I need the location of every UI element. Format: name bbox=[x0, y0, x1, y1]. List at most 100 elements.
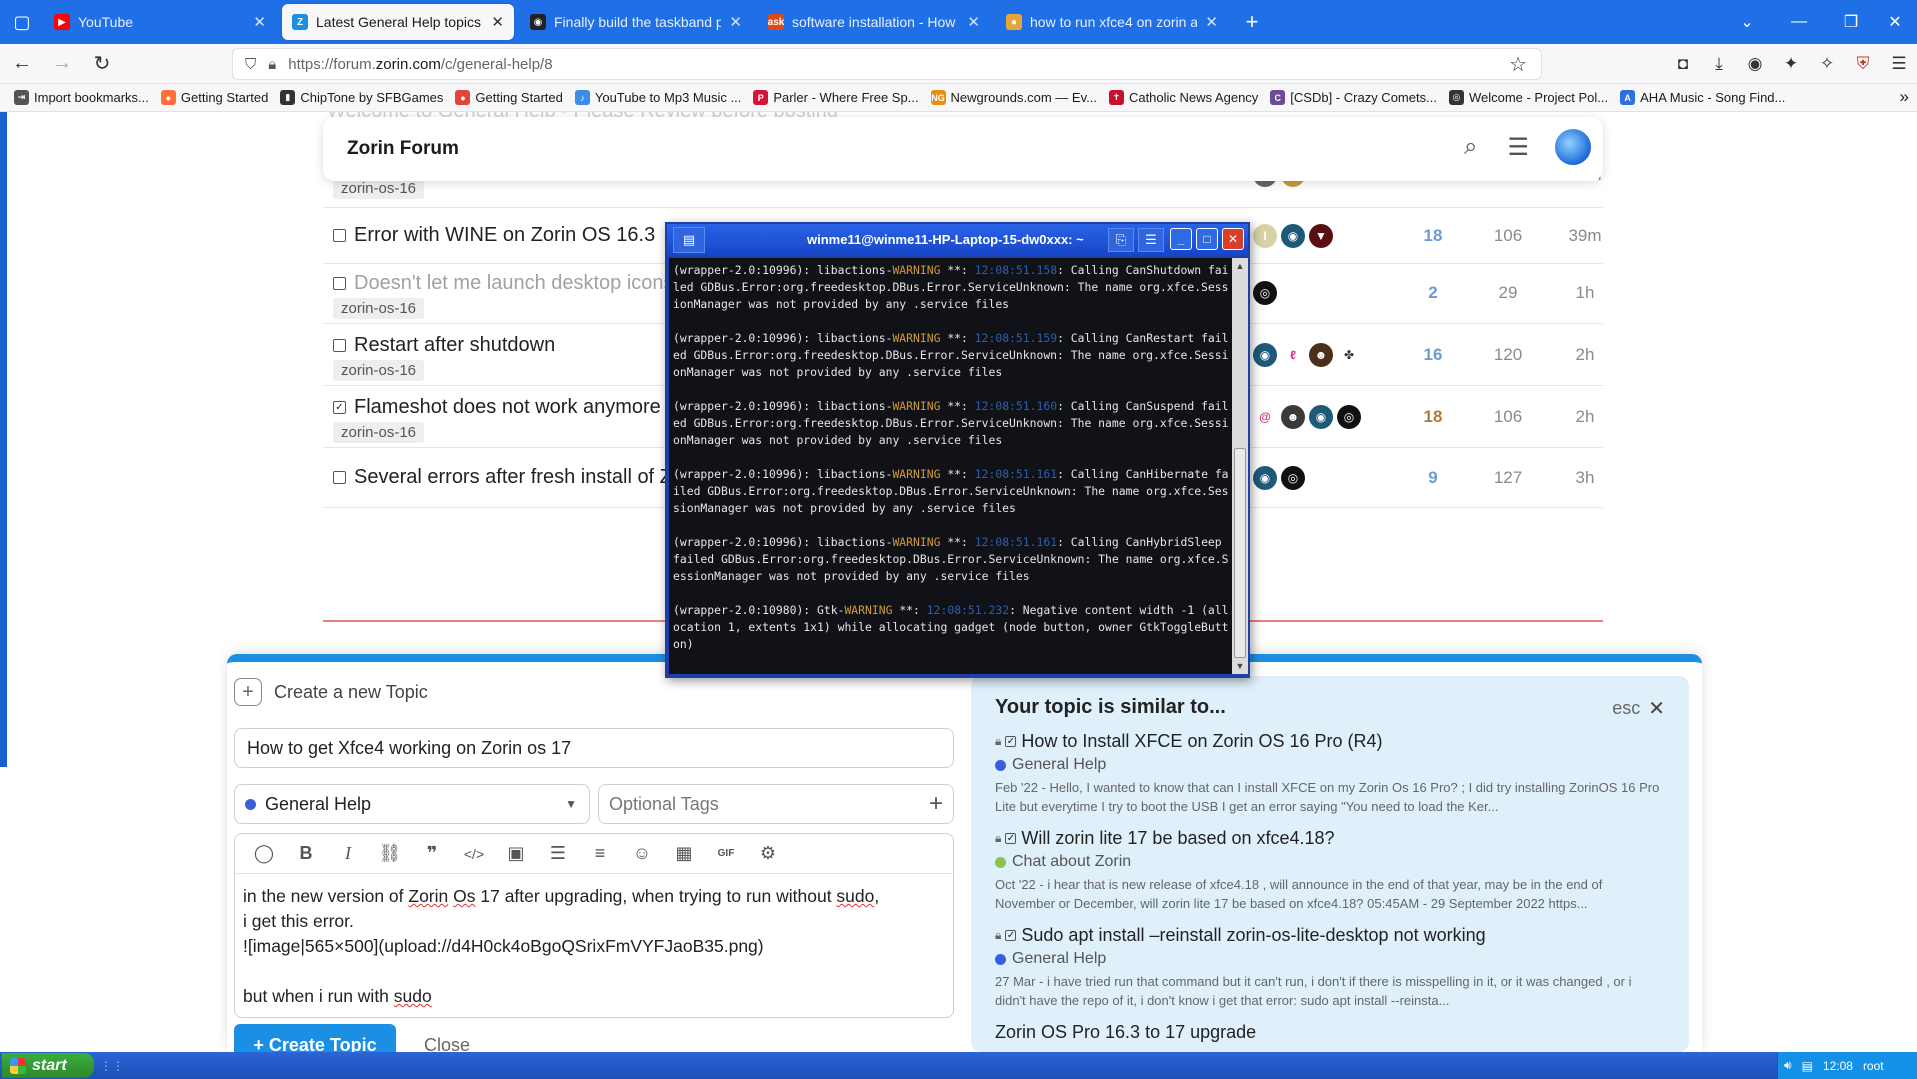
browser-tab[interactable]: ask software installation - How ✕ bbox=[758, 4, 990, 40]
terminal-output[interactable]: (wrapper-2.0:10996): libactions-WARNING … bbox=[669, 258, 1234, 674]
new-tab-button[interactable]: + bbox=[1234, 4, 1270, 40]
similar-topic[interactable]: 🔒︎ ✓ Will zorin lite 17 be based on xfce4.… bbox=[995, 828, 1665, 913]
volume-icon[interactable]: 🔊︎ bbox=[1784, 1058, 1792, 1073]
close-tab-icon[interactable]: ✕ bbox=[1205, 13, 1218, 31]
poster-avatar[interactable]: ◎ bbox=[1253, 281, 1277, 305]
terminal-close-button[interactable]: ✕ bbox=[1222, 228, 1244, 250]
search-icon[interactable]: ⌕ bbox=[1464, 133, 1477, 161]
activity-time[interactable]: 39m bbox=[1555, 226, 1615, 246]
similar-topic-title[interactable]: 🔒︎ ✓ Will zorin lite 17 be based on xfce4.… bbox=[995, 828, 1665, 849]
terminal-menu-icon[interactable]: ☰ bbox=[1138, 228, 1164, 252]
start-button[interactable]: start bbox=[2, 1053, 94, 1078]
bookmark-item[interactable]: ♪ YouTube to Mp3 Music ... bbox=[574, 90, 741, 105]
browser-tab[interactable]: ▶ YouTube ✕ bbox=[44, 4, 276, 40]
topic-tag[interactable]: zorin-os-16 bbox=[333, 178, 425, 199]
account-icon[interactable]: ◉ bbox=[1737, 54, 1773, 74]
tags-input[interactable]: Optional Tags + bbox=[598, 784, 954, 824]
blockquote-icon[interactable]: ❞ bbox=[411, 843, 453, 864]
editor-textarea[interactable]: in the new version of Zorin Os 17 after … bbox=[235, 874, 953, 1017]
bookmarks-overflow-icon[interactable]: » bbox=[1900, 87, 1909, 107]
poster-avatar[interactable]: ℓ bbox=[1281, 343, 1305, 367]
terminal-titlebar[interactable]: ▤ winme11@winme11-HP-Laptop-15-dw0xxx: ~… bbox=[667, 224, 1248, 256]
ublock-icon[interactable]: ⛨ bbox=[1845, 54, 1881, 74]
bookmark-star-icon[interactable]: ☆ bbox=[1509, 52, 1527, 77]
poster-avatar[interactable]: I bbox=[1253, 224, 1277, 248]
poster-avatar[interactable]: @ bbox=[1253, 405, 1277, 429]
bookmark-item[interactable]: NG Newgrounds.com — Ev... bbox=[930, 90, 1097, 105]
gear-icon[interactable]: ⚙ bbox=[747, 843, 789, 864]
similar-topic-title[interactable]: 🔒︎ ✓ Sudo apt install –reinstall zorin-os-… bbox=[995, 925, 1665, 946]
browser-tab[interactable]: ◉ Finally build the taskband p ✕ bbox=[520, 4, 752, 40]
back-button[interactable]: ← bbox=[4, 48, 40, 80]
reload-button[interactable]: ↻ bbox=[84, 48, 120, 80]
browser-tab[interactable]: ● how to run xfce4 on zorin a ✕ bbox=[996, 4, 1228, 40]
category-dropdown[interactable]: General Help ▼ bbox=[234, 784, 590, 824]
topic-title[interactable]: ✓ Flameshot does not work anymore bbox=[333, 396, 661, 419]
calendar-icon[interactable]: ▦ bbox=[663, 843, 705, 864]
bookmark-item[interactable]: P Parler - Where Free Sp... bbox=[753, 90, 919, 105]
clipboard-icon[interactable]: ▤ bbox=[1802, 1059, 1813, 1073]
browser-tab[interactable]: Z Latest General Help topics ✕ bbox=[282, 4, 514, 40]
poster-avatar[interactable]: ☻ bbox=[1309, 343, 1333, 367]
close-tab-icon[interactable]: ✕ bbox=[491, 13, 504, 31]
terminal-minimize-button[interactable]: _ bbox=[1170, 228, 1192, 250]
clock[interactable]: 12:08 bbox=[1823, 1059, 1853, 1073]
user-avatar[interactable] bbox=[1553, 127, 1593, 167]
upload-image-icon[interactable]: ▣ bbox=[495, 843, 537, 864]
pocket-icon[interactable]: ◘ bbox=[1665, 54, 1701, 74]
poster-avatar[interactable]: ◉ bbox=[1309, 405, 1333, 429]
tab-list-chevron-icon[interactable]: ⌄ bbox=[1725, 12, 1769, 32]
app-menu-icon[interactable]: ☰ bbox=[1881, 54, 1917, 74]
similar-close[interactable]: esc ✕ bbox=[1612, 696, 1665, 721]
close-tab-icon[interactable]: ✕ bbox=[253, 13, 266, 31]
bookmark-item[interactable]: ● Getting Started bbox=[455, 90, 563, 105]
topic-tag[interactable]: zorin-os-16 bbox=[333, 422, 425, 443]
gif-icon[interactable]: GIF bbox=[705, 848, 747, 859]
activity-time[interactable]: 3h bbox=[1555, 468, 1615, 488]
terminal-new-tab-icon[interactable]: ⎘ bbox=[1108, 228, 1134, 252]
close-icon[interactable]: ✕ bbox=[1648, 696, 1665, 721]
similar-topic-category[interactable]: General Help bbox=[995, 756, 1665, 774]
composer-action-icon[interactable]: + bbox=[234, 678, 262, 706]
similar-topic-title[interactable]: 🔒︎ ✓ How to Install XFCE on Zorin OS 16 Pr… bbox=[995, 731, 1665, 752]
scroll-up-icon[interactable]: ▲ bbox=[1232, 258, 1248, 274]
add-tag-icon[interactable]: + bbox=[929, 790, 943, 818]
similar-topic-title[interactable]: Zorin OS Pro 16.3 to 17 upgrade bbox=[995, 1022, 1665, 1043]
bookmark-item[interactable]: ▮ ChipTone by SFBGames bbox=[280, 90, 443, 105]
forward-button[interactable]: → bbox=[44, 48, 80, 80]
topic-title[interactable]: Error with WINE on Zorin OS 16.3 bbox=[333, 224, 655, 247]
hamburger-menu-icon[interactable]: ☰ bbox=[1507, 133, 1529, 162]
bookmark-item[interactable]: ⇥ Import bookmarks... bbox=[14, 90, 149, 105]
topic-tag[interactable]: zorin-os-16 bbox=[333, 360, 425, 381]
topic-title-input[interactable]: How to get Xfce4 working on Zorin os 17 bbox=[234, 728, 954, 768]
terminal-maximize-button[interactable]: □ bbox=[1196, 228, 1218, 250]
poster-avatar[interactable]: ◎ bbox=[1337, 405, 1361, 429]
url-bar[interactable]: ⛉ 🔒︎ https://forum. zorin.com/c/general-h… bbox=[232, 48, 1542, 80]
taskbar-grip-icon[interactable]: ⋮⋮ bbox=[100, 1059, 124, 1073]
poster-avatar[interactable]: ◎ bbox=[1281, 466, 1305, 490]
poster-avatar[interactable]: ✤ bbox=[1337, 343, 1361, 367]
extension-fox-icon[interactable]: ✧ bbox=[1809, 54, 1845, 74]
lock-icon[interactable]: 🔒︎ bbox=[268, 56, 276, 73]
composer-action-label[interactable]: Create a new Topic bbox=[274, 682, 428, 703]
similar-topic-category[interactable]: Chat about Zorin bbox=[995, 853, 1665, 871]
topic-title[interactable]: Doesn't let me launch desktop icons bbox=[333, 272, 674, 295]
poster-avatar[interactable]: ◉ bbox=[1253, 466, 1277, 490]
activity-time[interactable]: 2h bbox=[1555, 407, 1615, 427]
bookmark-item[interactable]: ● Getting Started bbox=[160, 90, 268, 105]
bookmark-item[interactable]: C [CSDb] - Crazy Comets... bbox=[1270, 90, 1437, 105]
close-tab-icon[interactable]: ✕ bbox=[967, 13, 980, 31]
emoji-icon[interactable]: ☺ bbox=[621, 843, 663, 864]
poster-avatar[interactable]: ◉ bbox=[1281, 224, 1305, 248]
bookmark-item[interactable]: ✝ Catholic News Agency bbox=[1108, 90, 1258, 105]
extensions-icon[interactable]: ✦ bbox=[1773, 54, 1809, 74]
topic-tag[interactable]: zorin-os-16 bbox=[333, 298, 425, 319]
bookmark-item[interactable]: ◎ Welcome - Project Pol... bbox=[1448, 90, 1608, 105]
terminal-scrollbar[interactable]: ▲ ▼ bbox=[1232, 258, 1248, 674]
downloads-icon[interactable]: ⤓ bbox=[1701, 54, 1737, 74]
quote-reply-icon[interactable]: ◯ bbox=[243, 843, 285, 864]
minimize-icon[interactable]: — bbox=[1769, 13, 1829, 31]
terminal-window-menu-icon[interactable]: ▤ bbox=[673, 227, 705, 253]
poster-avatar[interactable]: ◉ bbox=[1253, 343, 1277, 367]
shield-icon[interactable]: ⛉ bbox=[245, 56, 256, 73]
